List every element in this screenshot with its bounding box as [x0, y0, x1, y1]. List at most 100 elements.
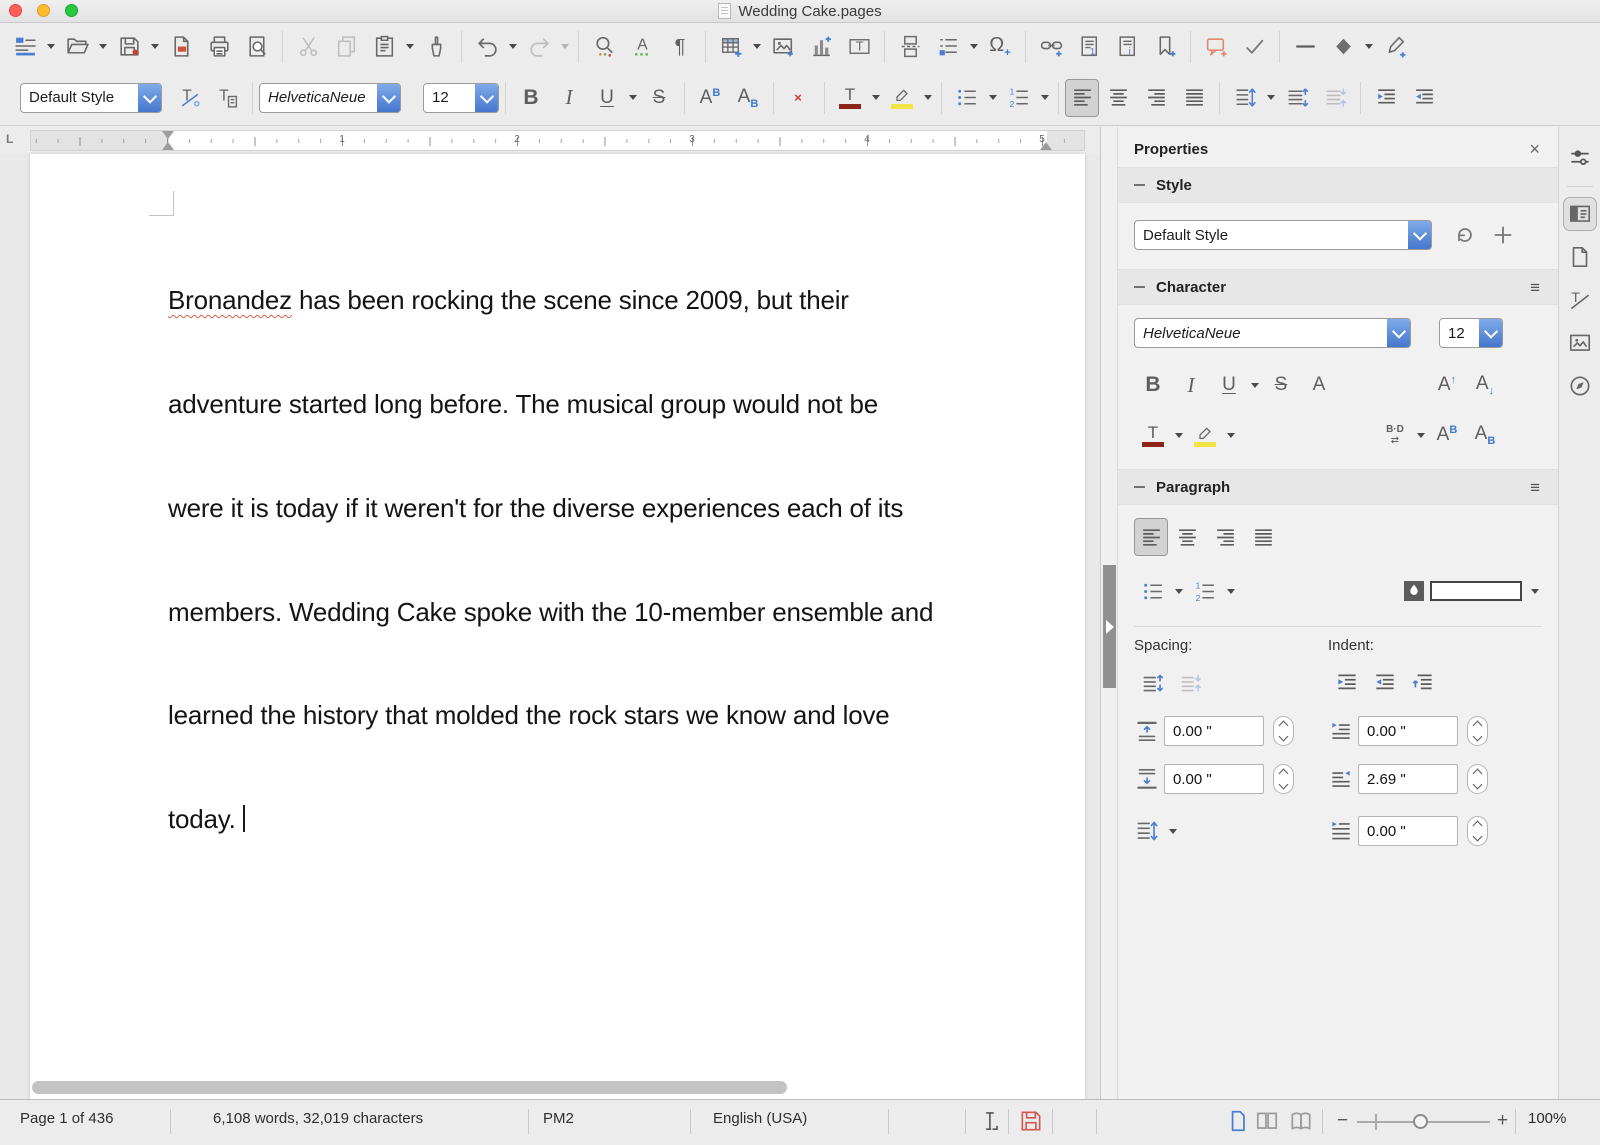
paragraph-style-dropdown[interactable] — [138, 84, 161, 112]
after-text-indent-input[interactable] — [1358, 764, 1458, 794]
insert-textbox-button[interactable]: T — [840, 28, 878, 66]
italic-button[interactable]: I — [550, 79, 588, 117]
hanging-indent-button[interactable] — [1404, 664, 1442, 702]
book-view-button[interactable] — [1288, 1108, 1314, 1138]
document-page[interactable]: Bronandez has been rocking the scene sin… — [30, 154, 1085, 1100]
new-document-menu-caret[interactable] — [47, 44, 55, 49]
decrease-indent-button[interactable] — [1405, 79, 1443, 117]
sidebar-align-center-button[interactable] — [1168, 518, 1206, 556]
sidebar-bold-button[interactable]: B — [1134, 366, 1172, 404]
horizontal-scrollbar-thumb[interactable] — [32, 1081, 787, 1094]
multi-page-view-button[interactable] — [1254, 1108, 1280, 1138]
basic-shapes-button[interactable] — [1324, 28, 1362, 66]
sidebar-numbered-list-caret[interactable] — [1227, 589, 1235, 594]
sidebar-highlight-caret[interactable] — [1227, 433, 1235, 438]
right-indent-marker[interactable] — [1040, 142, 1052, 150]
insert-mode-status[interactable] — [978, 1108, 1004, 1138]
sidebar-underline-button[interactable]: U — [1210, 366, 1248, 404]
insert-comment-button[interactable] — [1197, 28, 1235, 66]
cut-button[interactable] — [289, 28, 327, 66]
sidebar-shadow-button[interactable]: A — [1300, 366, 1338, 404]
zoom-level-status[interactable]: 100% — [1528, 1110, 1566, 1127]
open-menu-caret[interactable] — [99, 44, 107, 49]
decrease-paragraph-spacing-sidebar-button[interactable] — [1172, 664, 1210, 702]
paragraph-style-combo[interactable]: Default Style — [20, 83, 162, 113]
tab-properties[interactable] — [1563, 197, 1597, 231]
underline-menu-caret[interactable] — [629, 95, 637, 100]
align-justify-button[interactable] — [1175, 79, 1213, 117]
insert-endnote-button[interactable]: i — [1108, 28, 1146, 66]
align-left-button[interactable] — [1065, 79, 1099, 117]
print-preview-button[interactable] — [238, 28, 276, 66]
subscript-button[interactable]: AB — [729, 79, 767, 117]
sidebar-numbered-list-button[interactable]: 12 — [1186, 572, 1224, 610]
before-text-indent-input[interactable] — [1358, 716, 1458, 746]
tab-gallery[interactable] — [1563, 326, 1597, 360]
save-status[interactable] — [1018, 1108, 1044, 1138]
open-button[interactable] — [58, 28, 96, 66]
new-style-sidebar-button[interactable] — [1484, 216, 1522, 254]
increase-paragraph-spacing-button[interactable] — [1278, 79, 1316, 117]
insert-field-menu-caret[interactable] — [970, 44, 978, 49]
underline-menu-caret[interactable] — [1251, 383, 1259, 388]
sidebar-strikethrough-button[interactable]: S — [1262, 366, 1300, 404]
line-spacing-button[interactable] — [1226, 79, 1264, 117]
clear-formatting-button[interactable]: × — [780, 79, 818, 117]
below-spacing-stepper[interactable] — [1273, 764, 1294, 794]
new-document-button[interactable] — [6, 28, 44, 66]
zoom-slider-knob[interactable] — [1413, 1114, 1428, 1129]
draw-functions-button[interactable] — [1376, 28, 1414, 66]
formatting-marks-button[interactable]: ¶ — [661, 28, 699, 66]
decrease-paragraph-spacing-button[interactable] — [1316, 79, 1354, 117]
word-count-status[interactable]: 6,108 words, 32,019 characters — [213, 1110, 423, 1127]
sidebar-font-name-dropdown[interactable] — [1387, 319, 1410, 347]
numbered-list-menu-caret[interactable] — [1041, 95, 1049, 100]
page-style-status[interactable]: PM2 — [543, 1110, 574, 1127]
above-spacing-stepper[interactable] — [1273, 716, 1294, 746]
sidebar-style-dropdown[interactable] — [1408, 221, 1431, 249]
sidebar-settings-button[interactable] — [1563, 141, 1597, 175]
bullet-list-button[interactable] — [948, 79, 986, 117]
paragraph-section-header[interactable]: Paragraph ≡ — [1118, 469, 1558, 505]
tab-styles[interactable]: T — [1563, 283, 1597, 317]
sidebar-font-color-button[interactable]: T — [1134, 416, 1172, 454]
font-color-menu-caret[interactable] — [872, 95, 880, 100]
style-section-header[interactable]: Style — [1118, 167, 1558, 203]
font-name-combo[interactable]: HelveticaNeue — [259, 83, 401, 113]
sidebar-superscript-button[interactable]: AB — [1428, 416, 1466, 454]
increase-indent-sidebar-button[interactable] — [1328, 664, 1366, 702]
undo-button[interactable] — [468, 28, 506, 66]
tab-navigator[interactable] — [1563, 369, 1597, 403]
insert-line-button[interactable] — [1286, 28, 1324, 66]
new-style-button[interactable]: T — [208, 79, 246, 117]
sidebar-highlight-button[interactable] — [1186, 416, 1224, 454]
clone-formatting-button[interactable] — [417, 28, 455, 66]
sidebar-close-icon[interactable]: × — [1529, 140, 1540, 158]
undo-menu-caret[interactable] — [509, 44, 517, 49]
insert-chart-button[interactable] — [802, 28, 840, 66]
above-paragraph-spacing-input[interactable] — [1164, 716, 1264, 746]
line-spacing-menu-caret[interactable] — [1267, 95, 1275, 100]
align-right-button[interactable] — [1137, 79, 1175, 117]
section-menu-icon[interactable]: ≡ — [1530, 479, 1540, 496]
background-color-caret[interactable] — [1531, 589, 1539, 594]
increase-paragraph-spacing-sidebar-button[interactable] — [1134, 664, 1172, 702]
increase-indent-button[interactable] — [1367, 79, 1405, 117]
before-indent-stepper[interactable] — [1467, 716, 1488, 746]
copy-button[interactable] — [327, 28, 365, 66]
sidebar-font-size-combo[interactable]: 12 — [1439, 318, 1503, 348]
highlight-color-button[interactable] — [883, 79, 921, 117]
increase-font-size-button[interactable]: A↑ — [1428, 366, 1466, 404]
auto-spellcheck-button[interactable]: A — [623, 28, 661, 66]
update-style-button[interactable]: T — [170, 79, 208, 117]
print-button[interactable] — [200, 28, 238, 66]
sidebar-font-color-caret[interactable] — [1175, 433, 1183, 438]
strikethrough-button[interactable]: S — [640, 79, 678, 117]
tab-page[interactable] — [1563, 240, 1597, 274]
font-name-dropdown[interactable] — [377, 84, 400, 112]
special-character-button[interactable]: Ω+ — [981, 28, 1019, 66]
first-line-indent-marker[interactable] — [162, 131, 174, 139]
character-spacing-caret[interactable] — [1417, 433, 1425, 438]
redo-menu-caret[interactable] — [561, 44, 569, 49]
underline-button[interactable]: U — [588, 79, 626, 117]
